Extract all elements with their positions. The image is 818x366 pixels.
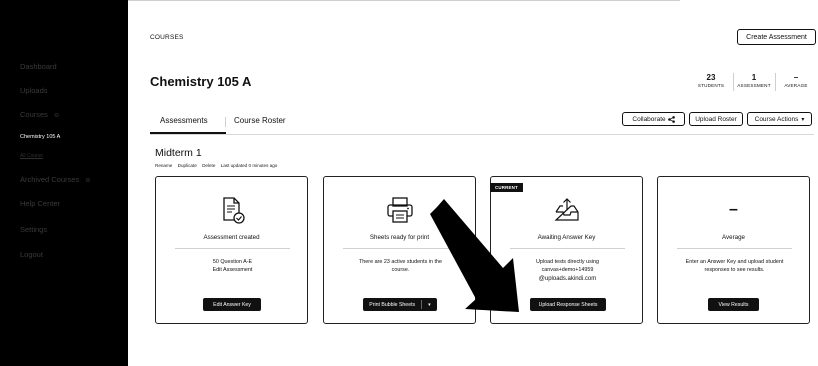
- card-body: There are 23 active students in the cour…: [336, 259, 465, 275]
- rename-link[interactable]: Rename: [155, 163, 172, 168]
- card-body: Enter an Answer Key and upload student r…: [670, 259, 799, 275]
- sidebar: Dashboard Uploads Courses ⊖ Chemistry 105…: [0, 0, 128, 366]
- stat-average: – AVERAGE: [777, 73, 815, 88]
- sidebar-item-help-center[interactable]: Help Center: [20, 199, 60, 208]
- card-title: Assessment created: [203, 234, 260, 241]
- tab-course-roster[interactable]: Course Roster: [234, 116, 286, 125]
- collapse-icon[interactable]: ⊖: [54, 112, 59, 119]
- stat-value: 23: [706, 73, 716, 82]
- collapse-icon[interactable]: ⊖: [85, 177, 90, 184]
- sidebar-item-chemistry-105-a[interactable]: Chemistry 105 A: [20, 134, 60, 140]
- assessment-title: Midterm 1: [155, 147, 202, 159]
- upload-response-sheets-button[interactable]: Upload Response Sheets: [530, 298, 606, 311]
- card-body-line: There are 23 active students in the: [358, 259, 442, 265]
- collaborate-button[interactable]: Collaborate: [622, 112, 685, 126]
- stat-value: –: [793, 73, 799, 82]
- current-badge: CURRENT: [490, 183, 523, 192]
- card-divider: [677, 248, 792, 249]
- share-icon: [667, 115, 675, 123]
- sidebar-item-settings[interactable]: Settings: [20, 225, 47, 234]
- average-value: –: [729, 201, 738, 218]
- step-card-average: – Average Enter an Answer Key and upload…: [657, 176, 810, 324]
- top-divider: [128, 0, 680, 1]
- chevron-down-icon: ▾: [801, 116, 805, 123]
- document-check-icon: [222, 197, 245, 224]
- upload-email-address[interactable]: canvas+demo+14959: [503, 267, 632, 275]
- print-bubble-sheets-button[interactable]: Print Bubble Sheets ▾: [363, 298, 437, 311]
- tab-divider: [225, 117, 226, 127]
- step-card-assessment-created: Assessment created 50 Question A-E Edit …: [155, 176, 308, 324]
- card-divider: [175, 248, 290, 249]
- sidebar-item-archived-courses[interactable]: Archived Courses ⊖: [20, 175, 90, 184]
- course-actions-button[interactable]: Course Actions ▾: [747, 112, 812, 126]
- stat-divider: [733, 73, 734, 91]
- card-body-line: Upload tests directly using: [536, 259, 599, 265]
- sidebar-item-logout[interactable]: Logout: [20, 250, 43, 259]
- icon-container: [491, 195, 642, 225]
- edit-answer-key-button[interactable]: Edit Answer Key: [203, 298, 261, 311]
- card-divider: [343, 248, 458, 249]
- sidebar-item-uploads[interactable]: Uploads: [20, 86, 48, 95]
- card-body-line: responses to see results.: [704, 266, 765, 273]
- edit-assessment-link[interactable]: Edit Assessment: [168, 267, 297, 275]
- tab-assessments[interactable]: Assessments: [160, 116, 208, 125]
- step-card-sheets-ready: Sheets ready for print There are 23 acti…: [323, 176, 476, 324]
- stat-label: AVERAGE: [784, 83, 808, 88]
- sidebar-item-courses[interactable]: Courses ⊖: [20, 110, 59, 119]
- inbox-upload-icon: [553, 198, 579, 221]
- upload-roster-button[interactable]: Upload Roster: [689, 112, 743, 126]
- course-actions-label: Course Actions: [754, 115, 799, 123]
- chevron-down-icon[interactable]: ▾: [428, 302, 431, 308]
- sidebar-item-all-course[interactable]: All Course: [20, 153, 43, 159]
- stat-students: 23 STUDENTS: [690, 73, 732, 88]
- stat-label: STUDENTS: [697, 83, 725, 88]
- view-results-button[interactable]: View Results: [708, 298, 759, 311]
- stat-value: 1: [751, 73, 757, 82]
- page-title: Chemistry 105 A: [150, 74, 252, 89]
- delete-link[interactable]: Delete: [202, 163, 215, 168]
- icon-container: [156, 195, 307, 225]
- card-title: Sheets ready for print: [369, 234, 430, 241]
- card-body-line: 50 Question A-E: [212, 259, 253, 265]
- step-card-awaiting-answer-key: CURRENT Awaiting Answer Key Upload tests…: [490, 176, 643, 324]
- duplicate-link[interactable]: Duplicate: [178, 163, 197, 168]
- card-body: Upload tests directly using canvas+demo+…: [503, 259, 632, 283]
- card-body-line: Enter an Answer Key and upload student: [685, 259, 784, 265]
- collaborate-label: Collaborate: [632, 115, 666, 123]
- card-body-line: course.: [391, 266, 410, 273]
- sidebar-item-label: Archived Courses: [20, 175, 80, 184]
- stat-label: ASSESSMENT: [737, 83, 771, 88]
- stat-assessment: 1 ASSESSMENT: [735, 73, 773, 88]
- sidebar-item-label: Courses: [20, 110, 48, 119]
- card-title: Average: [722, 234, 745, 241]
- icon-container: –: [658, 195, 809, 225]
- icon-container: [324, 195, 475, 225]
- create-assessment-button[interactable]: Create Assessment: [737, 29, 816, 45]
- card-title: Awaiting Answer Key: [537, 234, 596, 241]
- button-divider: [421, 300, 423, 309]
- assessment-actions: Rename Duplicate Delete Last updated 0 m…: [155, 163, 281, 168]
- card-divider: [510, 248, 625, 249]
- stat-divider: [775, 73, 776, 91]
- sidebar-item-dashboard[interactable]: Dashboard: [20, 62, 57, 71]
- printer-icon: [386, 197, 413, 223]
- button-label: Print Bubble Sheets: [369, 301, 416, 308]
- upload-email-address[interactable]: @uploads.akindi.com: [503, 275, 632, 284]
- breadcrumb[interactable]: COURSES: [150, 34, 184, 41]
- card-body: 50 Question A-E Edit Assessment: [168, 259, 297, 275]
- last-updated-text: Last updated 0 minutes ago: [220, 163, 278, 168]
- tabs-divider: [150, 134, 814, 135]
